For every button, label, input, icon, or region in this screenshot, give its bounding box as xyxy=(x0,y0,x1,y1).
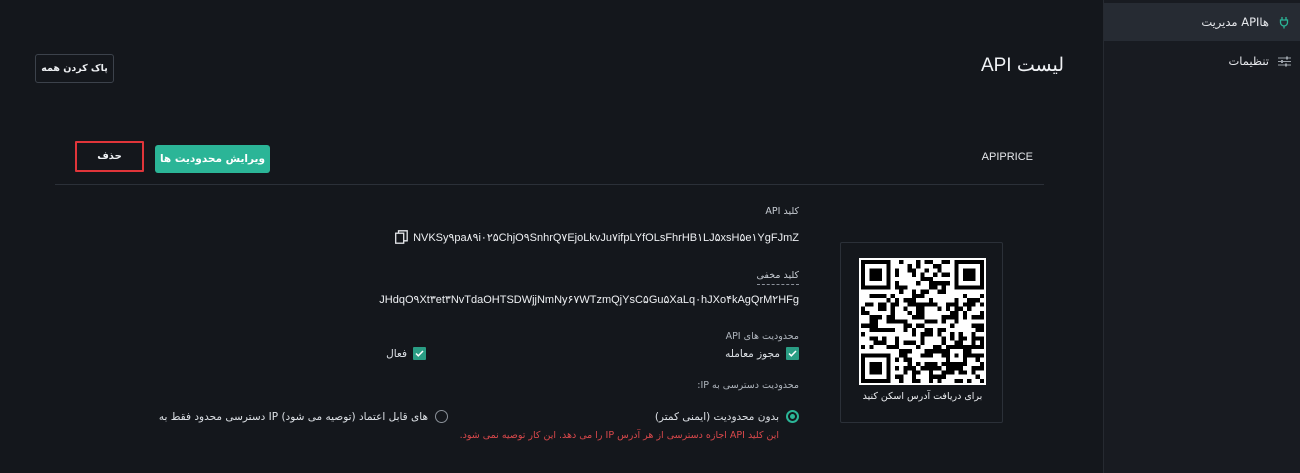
unrestricted-radio[interactable]: بدون محدودیت (ایمنی کمتر) xyxy=(655,410,799,423)
sliders-icon xyxy=(1277,54,1291,68)
unrestricted-label: بدون محدودیت (ایمنی کمتر) xyxy=(654,410,779,423)
trade-permission-checkbox[interactable]: مجوز معامله xyxy=(725,347,799,360)
sidebar-item-label: مدیریت APIها xyxy=(1201,15,1269,29)
radio-unselected-icon xyxy=(435,410,448,423)
secret-key-label[interactable]: کلید مخفی xyxy=(756,270,799,285)
plug-icon xyxy=(1277,15,1291,29)
api-key-label: کلید API xyxy=(765,206,799,217)
qr-card: برای دریافت آدرس اسکن کنید xyxy=(840,242,1003,423)
sidebar-item-settings[interactable]: تنظیمات xyxy=(1104,42,1300,80)
ip-restriction-label: محدودیت دسترسی به IP: xyxy=(697,380,799,391)
checkbox-checked-icon xyxy=(413,347,426,360)
api-name: APIPRICE xyxy=(981,151,1033,163)
radio-selected-icon xyxy=(786,410,799,423)
api-limits-label: محدودیت های API xyxy=(725,331,799,342)
trade-permission-label: مجوز معامله xyxy=(725,347,780,360)
page-title: لیست API xyxy=(980,55,1064,76)
checkbox-checked-icon xyxy=(786,347,799,360)
secret-key-value: JHdqO۹Xt۳et۳NvTdaOHTSDWjjNmNy۶۷WTzmQjYsC… xyxy=(379,294,799,306)
qr-code xyxy=(859,258,986,385)
warning-text: این کلید API اجازه دسترسی از هر آدرس IP … xyxy=(459,430,779,441)
sidebar: مدیریت APIها تنظیمات xyxy=(1103,0,1300,473)
edit-limits-button[interactable]: ویرایش محدودیت ها xyxy=(155,145,270,173)
delete-button[interactable]: حذف xyxy=(75,141,144,172)
restricted-label: دسترسی محدود فقط به IP های قابل اعتماد (… xyxy=(158,410,428,423)
sidebar-item-label: تنظیمات xyxy=(1228,54,1269,68)
clear-all-button[interactable]: پاک کردن همه xyxy=(35,54,114,83)
divider xyxy=(55,184,1044,185)
active-label: فعال xyxy=(386,347,407,360)
api-key-value: NVKSy۹pa۸۹i۰۲۵ChjO۹SnhrQ۷EjoLkvJu۷ifpLYf… xyxy=(413,231,799,244)
qr-caption: برای دریافت آدرس اسکن کنید xyxy=(862,391,983,402)
sidebar-item-api-management[interactable]: مدیریت APIها xyxy=(1104,3,1300,41)
restricted-radio[interactable]: دسترسی محدود فقط به IP های قابل اعتماد (… xyxy=(159,410,448,423)
copy-icon[interactable] xyxy=(395,230,408,244)
api-key-row: NVKSy۹pa۸۹i۰۲۵ChjO۹SnhrQ۷EjoLkvJu۷ifpLYf… xyxy=(395,230,799,244)
active-checkbox[interactable]: فعال xyxy=(386,347,426,360)
